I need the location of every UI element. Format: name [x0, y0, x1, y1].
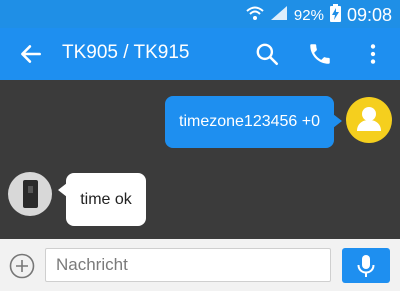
- outgoing-message[interactable]: timezone123456 +0: [165, 96, 342, 148]
- message-input[interactable]: [45, 248, 331, 282]
- status-time: 09:08: [346, 5, 392, 25]
- phone-icon: [310, 44, 330, 64]
- mic-icon: [357, 254, 375, 277]
- status-bar: 92% 09:08: [0, 0, 400, 28]
- voice-input-button[interactable]: [342, 248, 390, 283]
- status-icons: 92% 09:08: [246, 4, 392, 27]
- attach-button[interactable]: [9, 253, 35, 279]
- person-icon: [357, 107, 381, 131]
- page-title: TK905 / TK915: [62, 42, 190, 63]
- signal-icon: [270, 5, 288, 26]
- conversation-area[interactable]: timezone123456 +0 time ok: [0, 80, 400, 239]
- wifi-icon: [246, 5, 264, 26]
- app-bar: TK905 / TK915: [0, 28, 400, 80]
- more-vert-icon: [370, 44, 376, 64]
- composer-bar: [0, 239, 400, 291]
- outgoing-message-text: timezone123456 +0: [179, 113, 320, 130]
- search-icon: [256, 43, 279, 66]
- device-avatar[interactable]: [8, 172, 52, 216]
- incoming-message[interactable]: time ok: [58, 173, 146, 226]
- search-button[interactable]: [254, 41, 280, 67]
- battery-charging-icon: [329, 4, 341, 27]
- arrow-left-icon: [21, 45, 41, 63]
- overflow-menu-button[interactable]: [360, 41, 386, 67]
- battery-percent: 92%: [293, 7, 324, 24]
- back-button[interactable]: [18, 41, 44, 67]
- call-button[interactable]: [307, 41, 333, 67]
- gps-tracker-icon: [23, 180, 38, 208]
- incoming-message-text: time ok: [80, 190, 132, 208]
- user-avatar[interactable]: [346, 97, 392, 143]
- add-circle-icon: [9, 253, 35, 279]
